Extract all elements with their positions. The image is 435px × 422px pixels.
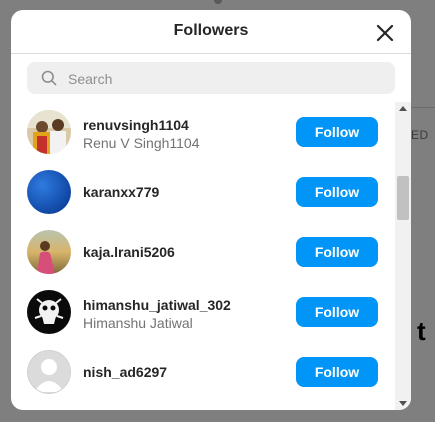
follower-username[interactable]: himanshu_jatiwal_302 (83, 297, 231, 313)
scroll-down-arrow-icon[interactable] (399, 401, 407, 406)
search-input[interactable] (66, 62, 385, 96)
follower-username[interactable]: karanxx779 (83, 184, 159, 200)
follow-button[interactable]: Follow (296, 297, 378, 327)
avatar[interactable] (27, 350, 71, 394)
list-item[interactable]: himanshu_jatiwal_302 Himanshu Jatiwal Fo… (11, 282, 395, 342)
dialog-header: Followers (11, 10, 411, 54)
scrollbar-thumb[interactable] (397, 176, 409, 220)
list-item[interactable]: renuvsingh1104 Renu V Singh1104 Follow (11, 102, 395, 162)
background-heading-fragment: t (417, 316, 426, 346)
follower-username[interactable]: renuvsingh1104 (83, 117, 189, 133)
follow-button[interactable]: Follow (296, 177, 378, 207)
list-item[interactable]: karanxx779 Follow (11, 162, 395, 222)
background-label-fragment: ED (411, 128, 429, 142)
follower-full-name: Himanshu Jatiwal (83, 315, 193, 331)
search-bar[interactable] (27, 62, 395, 96)
scrollbar[interactable] (395, 102, 411, 410)
dialog-title: Followers (173, 22, 249, 39)
avatar[interactable] (27, 110, 71, 154)
follower-full-name: Renu V Singh1104 (83, 135, 200, 151)
list-item[interactable]: kaja.lrani5206 Follow (11, 222, 395, 282)
search-icon (41, 70, 57, 86)
background-divider (410, 107, 435, 108)
follow-button[interactable]: Follow (296, 117, 378, 147)
avatar[interactable] (27, 290, 71, 334)
followers-dialog: Followers Search renuvsingh1104 Renu V S… (11, 10, 411, 410)
follow-button[interactable]: Follow (296, 237, 378, 267)
follow-button[interactable]: Follow (296, 357, 378, 387)
scroll-up-arrow-icon[interactable] (399, 106, 407, 111)
follower-username[interactable]: kaja.lrani5206 (83, 244, 175, 260)
followers-list: renuvsingh1104 Renu V Singh1104 Follow k… (11, 102, 395, 410)
close-icon[interactable] (373, 21, 397, 45)
avatar[interactable] (27, 230, 71, 274)
follower-username[interactable]: nish_ad6297 (83, 364, 167, 380)
avatar[interactable] (27, 170, 71, 214)
list-item[interactable]: nish_ad6297 Follow (11, 342, 395, 402)
